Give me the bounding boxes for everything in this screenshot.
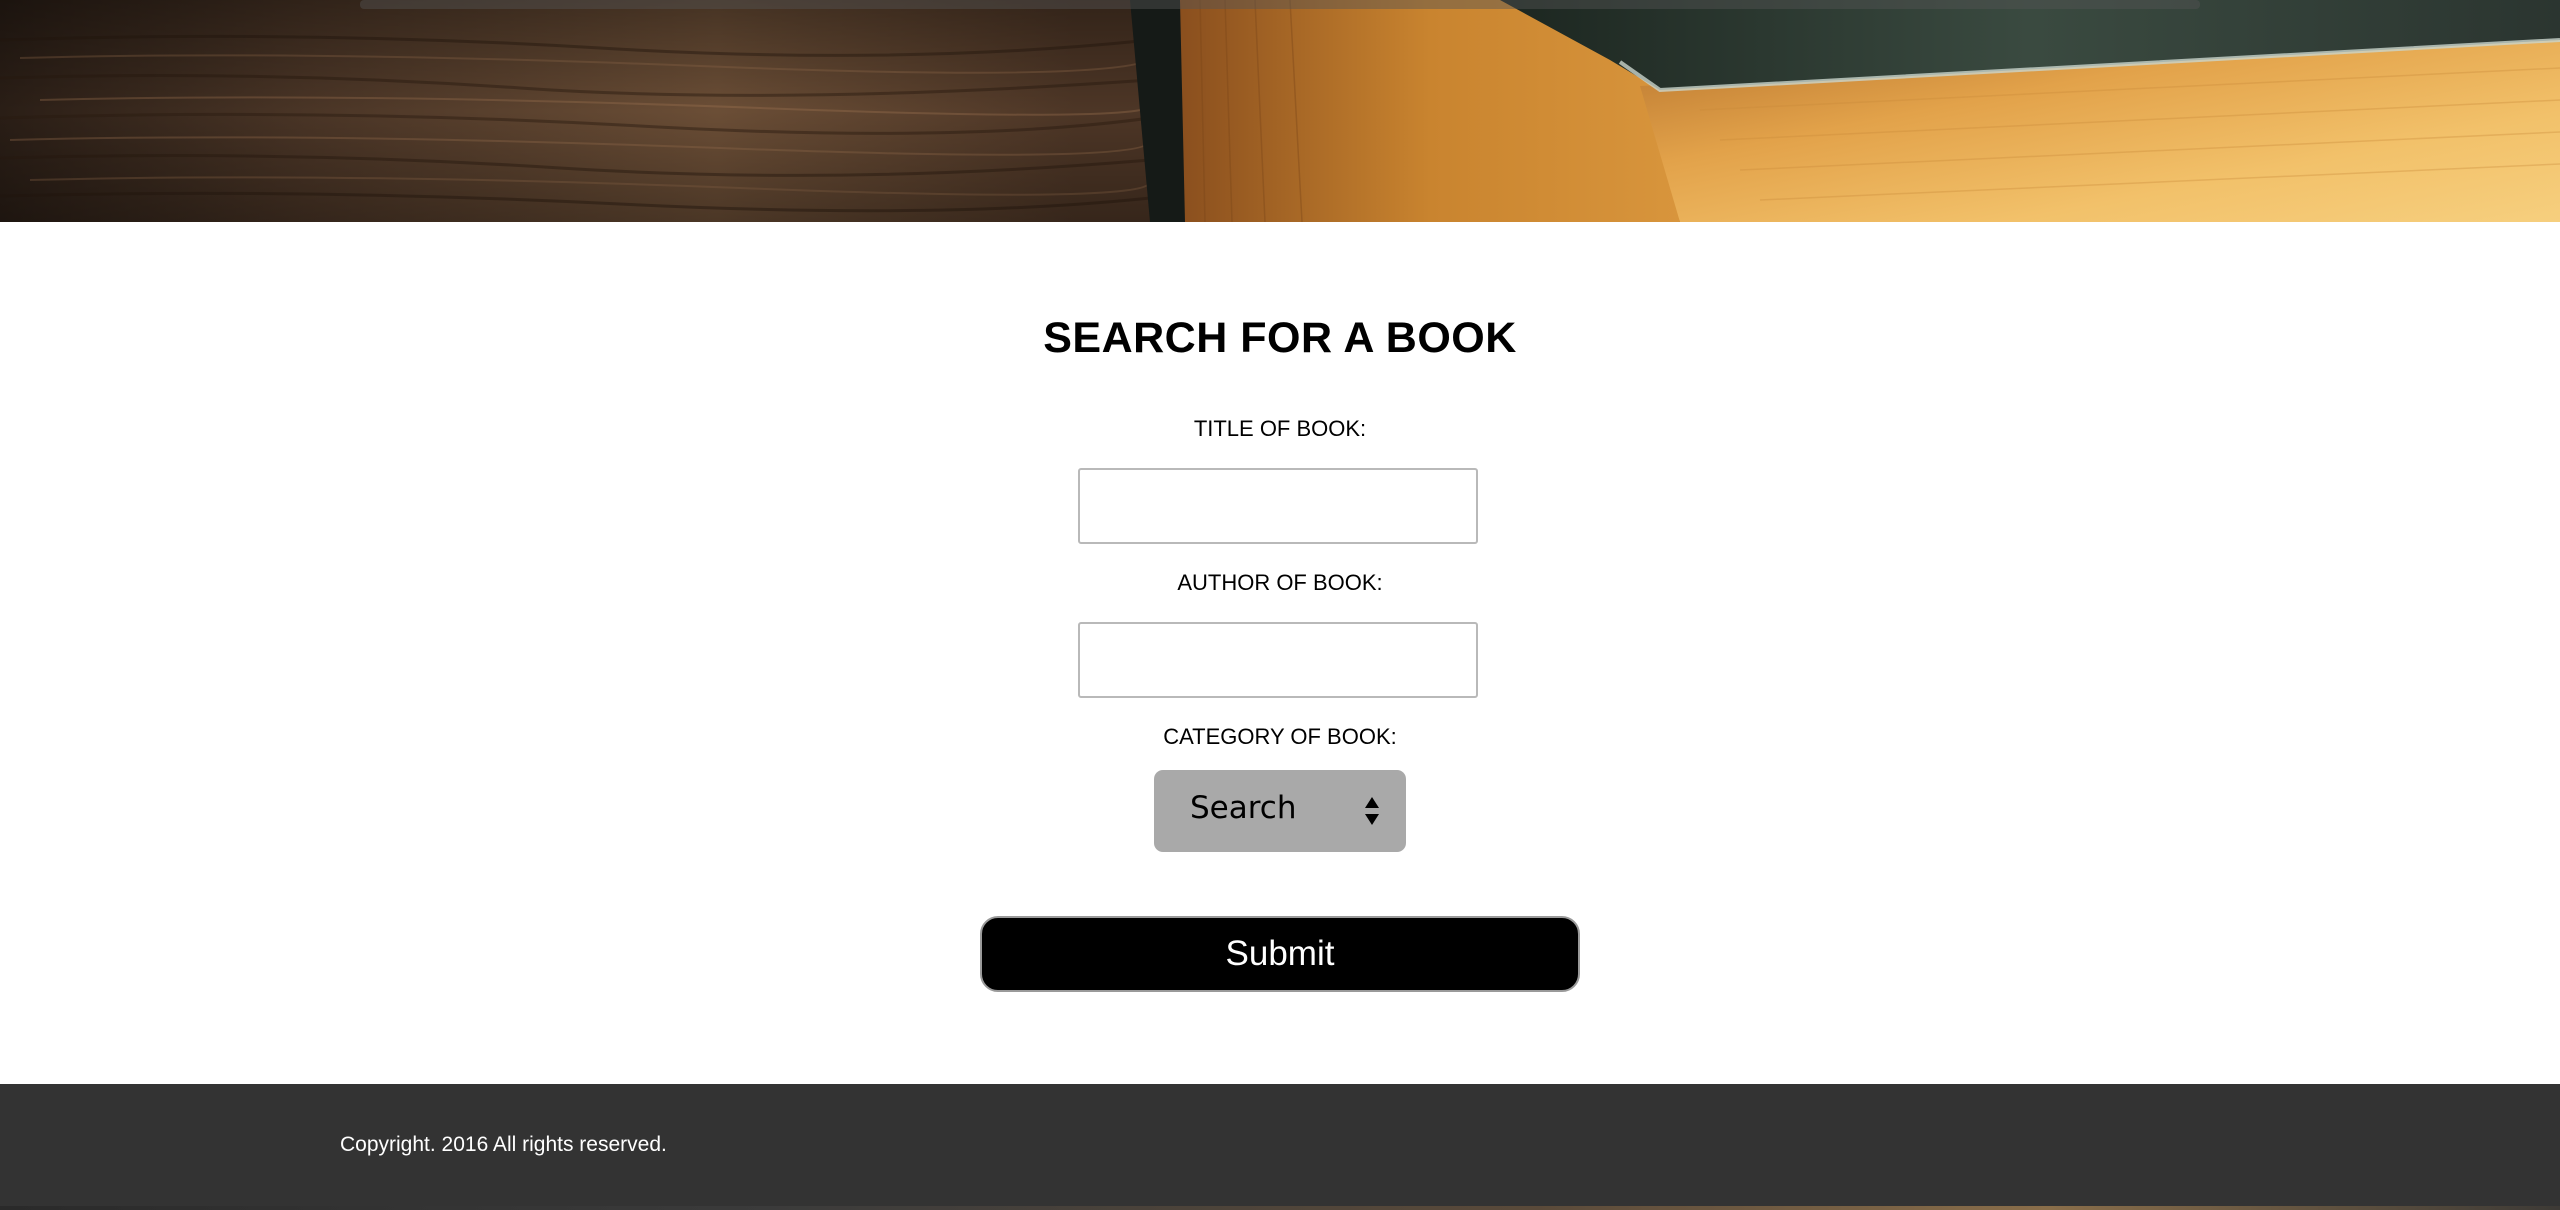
- copyright-text: Copyright. 2016 All rights reserved.: [340, 1133, 667, 1156]
- submit-button[interactable]: Submit: [980, 916, 1580, 992]
- page-title: SEARCH FOR A BOOK: [1043, 314, 1517, 362]
- page: SEARCH FOR A BOOK TITLE OF BOOK: AUTHOR …: [0, 0, 2560, 1210]
- category-selected-value: Search: [1190, 790, 1297, 826]
- search-form: SEARCH FOR A BOOK TITLE OF BOOK: AUTHOR …: [0, 222, 2560, 1084]
- author-field-label: AUTHOR OF BOOK:: [1177, 570, 1383, 595]
- footer: Copyright. 2016 All rights reserved.: [0, 1084, 2560, 1210]
- title-input[interactable]: [1078, 468, 1478, 544]
- author-input[interactable]: [1078, 622, 1478, 698]
- hero-banner: [0, 0, 2560, 222]
- category-field-label: CATEGORY OF BOOK:: [1163, 724, 1397, 749]
- category-select[interactable]: Search: [1154, 770, 1406, 852]
- title-field-label: TITLE OF BOOK:: [1193, 416, 1367, 441]
- footer-edge: [0, 1206, 2560, 1210]
- hero-book-image: [0, 0, 2560, 222]
- select-arrows-icon: [1364, 796, 1380, 831]
